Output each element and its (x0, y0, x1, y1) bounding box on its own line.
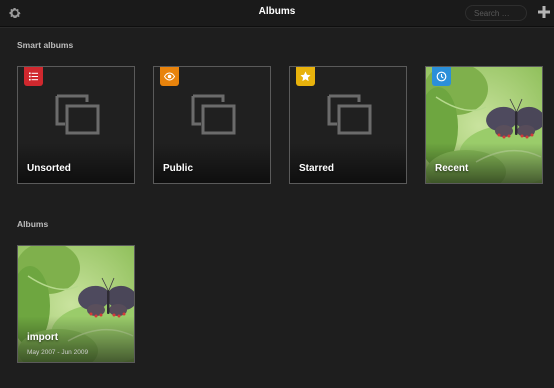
album-placeholder-icon (327, 94, 372, 135)
album-label: import (27, 332, 59, 343)
search-input[interactable] (465, 5, 527, 21)
album-date-range: May 2007 - Jun 2009 (27, 349, 89, 356)
album-label: Unsorted (27, 163, 71, 174)
top-bar: Albums (0, 0, 554, 27)
album-starred[interactable]: Starred (289, 66, 407, 184)
list-icon (24, 67, 43, 86)
album-placeholder-icon (55, 94, 100, 135)
eye-icon (160, 67, 179, 86)
albums-heading: Albums (17, 219, 49, 229)
plus-icon[interactable] (538, 6, 550, 18)
album-recent[interactable]: Recent (425, 66, 543, 184)
album-import[interactable]: import May 2007 - Jun 2009 (17, 245, 135, 363)
clock-icon (432, 67, 451, 86)
album-label: Recent (435, 163, 469, 174)
album-label: Public (163, 163, 194, 174)
star-icon (296, 67, 315, 86)
album-placeholder-icon (191, 94, 236, 135)
album-unsorted[interactable]: Unsorted (17, 66, 135, 184)
album-public[interactable]: Public (153, 66, 271, 184)
smart-albums-heading: Smart albums (17, 40, 74, 50)
album-label: Starred (299, 163, 335, 174)
